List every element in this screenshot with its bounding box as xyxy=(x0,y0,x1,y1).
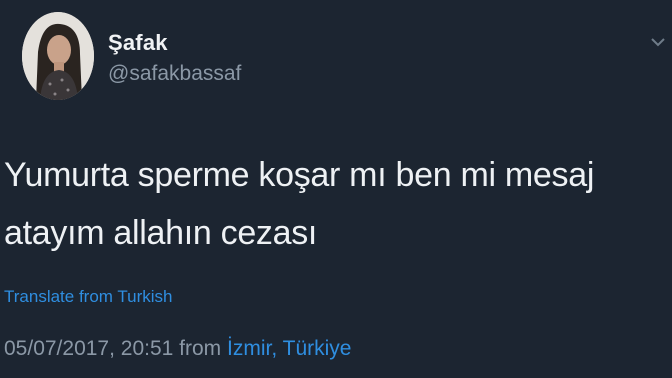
tweet-text-line: atayım allahın cezası xyxy=(4,214,318,252)
from-label: from xyxy=(179,337,222,360)
chevron-down-icon[interactable] xyxy=(648,34,668,50)
avatar-image xyxy=(22,12,94,100)
tweet-text-line: Yumurta sperme koşar mı ben mi mesaj xyxy=(4,156,595,194)
user-handle[interactable]: @safakbassaf xyxy=(108,62,241,86)
timestamp: 05/07/2017, 20:51 xyxy=(4,337,174,360)
avatar[interactable] xyxy=(22,12,94,100)
tweet-meta: 05/07/2017, 20:51 from İzmir, Türkiye xyxy=(4,337,351,361)
translate-link[interactable]: Translate from Turkish xyxy=(4,287,172,307)
display-name[interactable]: Şafak xyxy=(108,30,168,56)
location-link[interactable]: İzmir, Türkiye xyxy=(227,337,351,360)
tweet-card: Şafak @safakbassaf Yumurta sperme koşar … xyxy=(0,0,672,378)
tweet-text: Yumurta sperme koşar mı ben mi mesaj ata… xyxy=(4,146,668,262)
